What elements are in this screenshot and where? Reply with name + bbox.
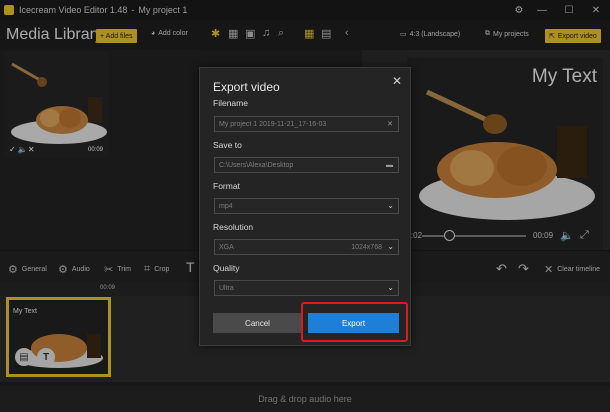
quality-dropdown[interactable]: Ultra ⌄ [214, 280, 399, 296]
chevron-down-icon: ⌄ [387, 242, 394, 251]
quality-label: Quality [213, 263, 240, 273]
resolution-label: Resolution [213, 222, 254, 232]
cancel-button[interactable]: Cancel [213, 313, 302, 333]
saveto-label: Save to [213, 140, 242, 150]
dialog-title: Export video [213, 80, 280, 94]
filename-value: My project 1 2019-11-21_17-16-03 [219, 120, 327, 128]
filename-label: Filename [213, 98, 248, 108]
saveto-input[interactable]: C:\Users\Alexa\Desktop ▬ [214, 157, 399, 173]
clear-filename-icon[interactable]: ✕ [387, 120, 393, 128]
filename-input[interactable]: My project 1 2019-11-21_17-16-03 ✕ [214, 116, 399, 132]
saveto-value: C:\Users\Alexa\Desktop [219, 161, 294, 169]
chevron-down-icon: ⌄ [387, 283, 394, 292]
export-dialog: Export video ✕ Filename My project 1 201… [199, 67, 411, 346]
format-label: Format [213, 181, 240, 191]
close-icon[interactable]: ✕ [392, 74, 402, 88]
chevron-down-icon: ⌄ [387, 201, 394, 210]
format-value: mp4 [219, 202, 233, 210]
export-button[interactable]: Export [308, 313, 399, 333]
folder-icon[interactable]: ▬ [386, 162, 393, 169]
resolution-dropdown[interactable]: XGA 1024x768 ⌄ [214, 239, 399, 255]
format-dropdown[interactable]: mp4 ⌄ [214, 198, 399, 214]
quality-value: Ultra [219, 284, 234, 292]
resolution-value: XGA [219, 243, 234, 251]
resolution-size: 1024x768 [351, 243, 382, 251]
